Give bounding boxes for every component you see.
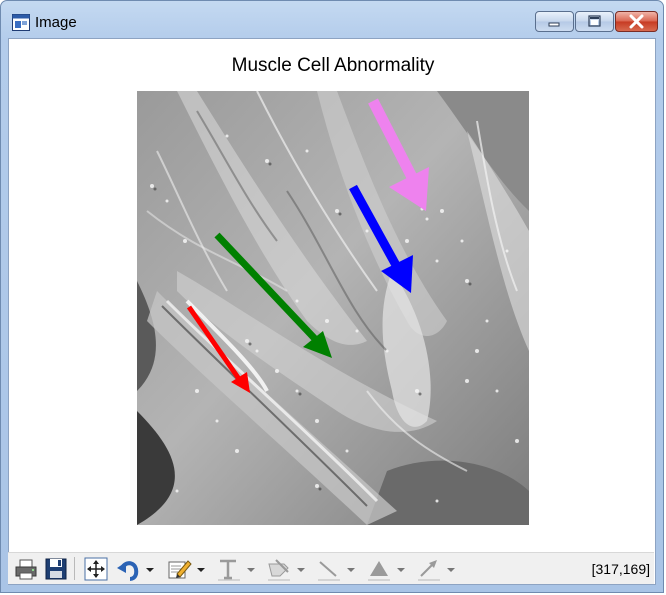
chevron-down-icon bbox=[447, 568, 455, 572]
close-icon bbox=[629, 14, 644, 29]
edit-icon bbox=[168, 560, 192, 579]
brush-tool-button[interactable] bbox=[266, 556, 292, 582]
microscopy-image[interactable] bbox=[137, 91, 529, 525]
edit-button[interactable] bbox=[166, 556, 192, 582]
fit-view-icon bbox=[84, 557, 108, 581]
chevron-down-icon bbox=[297, 568, 305, 572]
fit-view-button[interactable] bbox=[83, 556, 109, 582]
minimize-icon bbox=[548, 22, 560, 27]
fill-dropdown-arrow[interactable] bbox=[396, 556, 406, 582]
text-dropdown-arrow[interactable] bbox=[246, 556, 256, 582]
minimize-button[interactable] bbox=[535, 11, 574, 32]
chevron-down-icon bbox=[197, 568, 205, 572]
print-icon bbox=[15, 559, 37, 580]
arrow-icon bbox=[418, 560, 440, 581]
cursor-coordinates: [317,169] bbox=[591, 561, 650, 577]
undo-icon bbox=[117, 561, 139, 581]
line-icon bbox=[318, 561, 340, 581]
fill-icon bbox=[368, 561, 390, 581]
brush-icon bbox=[268, 559, 290, 581]
chevron-down-icon bbox=[347, 568, 355, 572]
edit-dropdown-arrow[interactable] bbox=[196, 556, 206, 582]
figure-title: Muscle Cell Abnormality bbox=[231, 55, 435, 76]
maximize-icon bbox=[588, 15, 601, 27]
line-tool-button[interactable] bbox=[316, 556, 342, 582]
chevron-down-icon bbox=[146, 568, 154, 572]
undo-button[interactable] bbox=[116, 556, 142, 582]
save-button[interactable] bbox=[44, 556, 68, 582]
figure-window-icon bbox=[12, 14, 30, 31]
undo-dropdown-arrow[interactable] bbox=[145, 556, 155, 582]
fill-tool-button[interactable] bbox=[366, 556, 392, 582]
toolbar-separator bbox=[74, 557, 75, 580]
cell-image-canvas bbox=[137, 91, 529, 525]
chevron-down-icon bbox=[397, 568, 405, 572]
text-tool-button[interactable] bbox=[216, 556, 242, 582]
arrow-dropdown-arrow[interactable] bbox=[446, 556, 456, 582]
save-icon bbox=[45, 558, 67, 580]
chevron-down-icon bbox=[247, 568, 255, 572]
print-button[interactable] bbox=[14, 556, 38, 582]
arrow-tool-button[interactable] bbox=[416, 556, 442, 582]
close-button[interactable] bbox=[615, 11, 658, 32]
title-bar[interactable]: Image bbox=[1, 1, 663, 37]
line-dropdown-arrow[interactable] bbox=[346, 556, 356, 582]
window-title: Image bbox=[35, 14, 77, 31]
maximize-button[interactable] bbox=[575, 11, 614, 32]
text-icon bbox=[218, 559, 240, 581]
brush-dropdown-arrow[interactable] bbox=[296, 556, 306, 582]
figure-toolbar: [317,169] bbox=[8, 552, 654, 584]
